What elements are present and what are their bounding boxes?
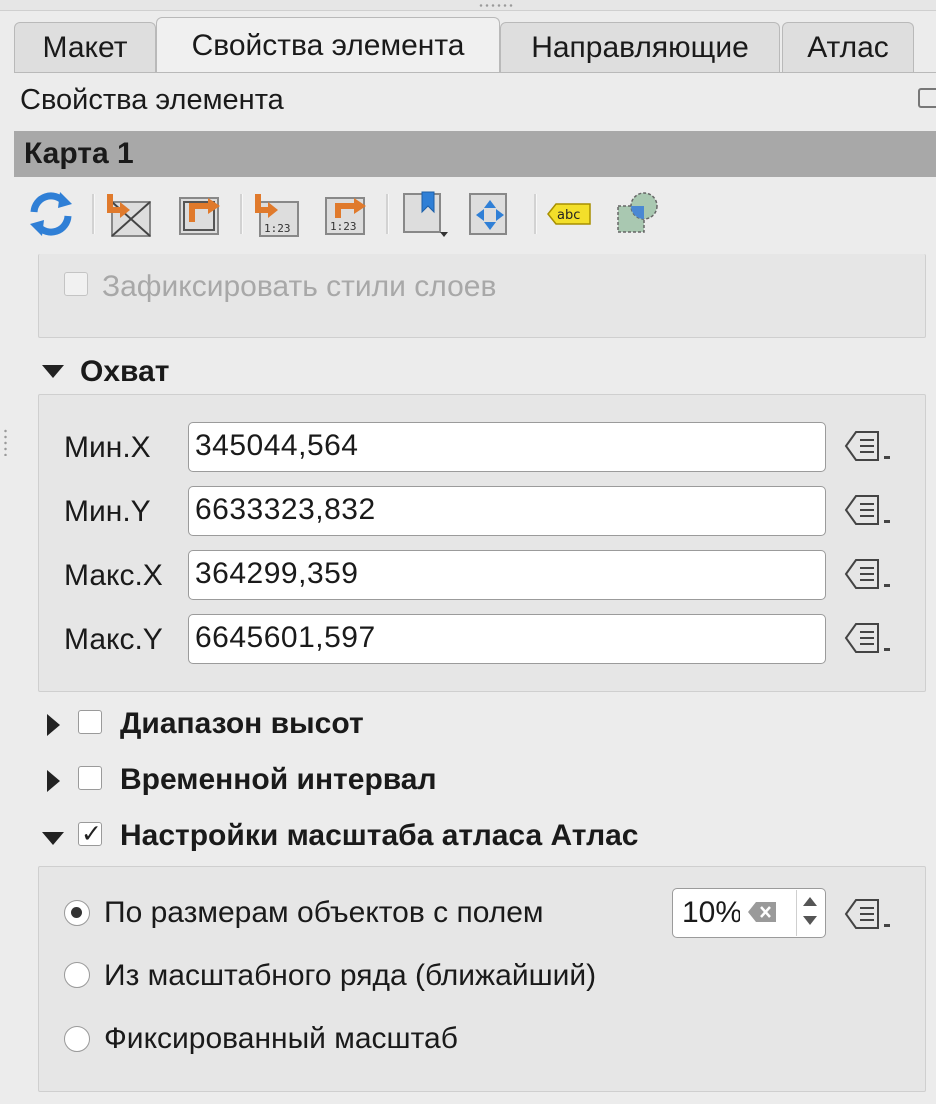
spin-up-icon[interactable] (803, 897, 817, 906)
min-y-label: Мин.Y (64, 495, 151, 528)
max-x-label: Макс.X (64, 559, 163, 592)
item-header-bar (14, 131, 936, 177)
margin-around-feature-label: По размерам объектов с полем (104, 896, 544, 929)
collapse-arrow-icon[interactable] (42, 365, 64, 378)
svg-text:1:23: 1:23 (264, 222, 291, 235)
min-x-input[interactable]: 345044,564 (188, 422, 826, 472)
set-scale-from-canvas-icon[interactable]: 1:23 (252, 188, 302, 240)
splitter-handle[interactable] (4, 428, 7, 456)
spinbox-divider (796, 890, 797, 936)
predefined-scale-label: Из масштабного ряда (ближайший) (104, 959, 597, 992)
toolbar-separator (92, 194, 95, 234)
data-defined-override-icon[interactable] (844, 894, 898, 934)
tab-guides[interactable]: Направляющие (500, 22, 780, 72)
lock-styles-checkbox[interactable] (64, 272, 88, 296)
extent-section-title[interactable]: Охват (80, 352, 169, 392)
dock-grip-handle[interactable] (478, 4, 514, 7)
predefined-scale-radio[interactable] (64, 962, 90, 988)
item-name: Карта 1 (24, 137, 134, 170)
min-x-label: Мин.X (64, 431, 151, 464)
window-top-strip (0, 0, 936, 11)
margin-value[interactable]: 10% (682, 893, 740, 933)
temporal-range-checkbox[interactable] (78, 766, 102, 790)
lock-styles-label: Зафиксировать стили слоев (102, 270, 497, 303)
set-extent-from-canvas-icon[interactable] (104, 188, 154, 240)
toolbar-separator (534, 194, 537, 234)
toolbar-separator (240, 194, 243, 234)
elevation-range-title[interactable]: Диапазон высот (120, 704, 364, 744)
float-panel-icon[interactable] (918, 88, 936, 108)
svg-text:1:23: 1:23 (330, 220, 357, 233)
clear-input-icon[interactable] (748, 902, 776, 922)
tab-divider (14, 72, 936, 73)
temporal-range-title[interactable]: Временной интервал (120, 760, 437, 800)
fixed-scale-label: Фиксированный масштаб (104, 1022, 458, 1055)
data-defined-override-icon[interactable] (844, 618, 898, 658)
tab-layout[interactable]: Макет (14, 22, 156, 72)
margin-around-feature-radio[interactable] (64, 900, 90, 926)
clip-overlay-icon[interactable] (614, 188, 664, 240)
tab-item-properties[interactable]: Свойства элемента (156, 17, 500, 73)
toolbar-separator (386, 194, 389, 234)
data-defined-override-icon[interactable] (844, 554, 898, 594)
data-defined-override-icon[interactable] (844, 490, 898, 530)
fixed-scale-radio[interactable] (64, 1026, 90, 1052)
atlas-scale-title[interactable]: Настройки масштаба атласа Атлас (120, 816, 639, 856)
expand-arrow-icon[interactable] (47, 714, 60, 736)
label-abc-icon[interactable]: abc (546, 188, 596, 240)
max-y-input[interactable]: 6645601,597 (188, 614, 826, 664)
bookmark-icon[interactable] (400, 188, 450, 240)
svg-text:abc: abc (557, 208, 580, 223)
tab-atlas[interactable]: Атлас (782, 22, 914, 72)
max-x-input[interactable]: 364299,359 (188, 550, 826, 600)
panel-title: Свойства элемента (20, 84, 284, 116)
move-content-icon[interactable] (466, 188, 516, 240)
refresh-icon[interactable] (26, 188, 76, 240)
atlas-scale-checkbox[interactable] (78, 819, 102, 849)
view-extent-in-canvas-icon[interactable] (176, 188, 226, 240)
collapse-arrow-icon[interactable] (42, 832, 64, 845)
max-y-label: Макс.Y (64, 623, 163, 656)
expand-arrow-icon[interactable] (47, 770, 60, 792)
spin-down-icon[interactable] (803, 916, 817, 925)
data-defined-override-icon[interactable] (844, 426, 898, 466)
view-scale-in-canvas-icon[interactable]: 1:23 (322, 188, 372, 240)
min-y-input[interactable]: 6633323,832 (188, 486, 826, 536)
elevation-range-checkbox[interactable] (78, 710, 102, 734)
